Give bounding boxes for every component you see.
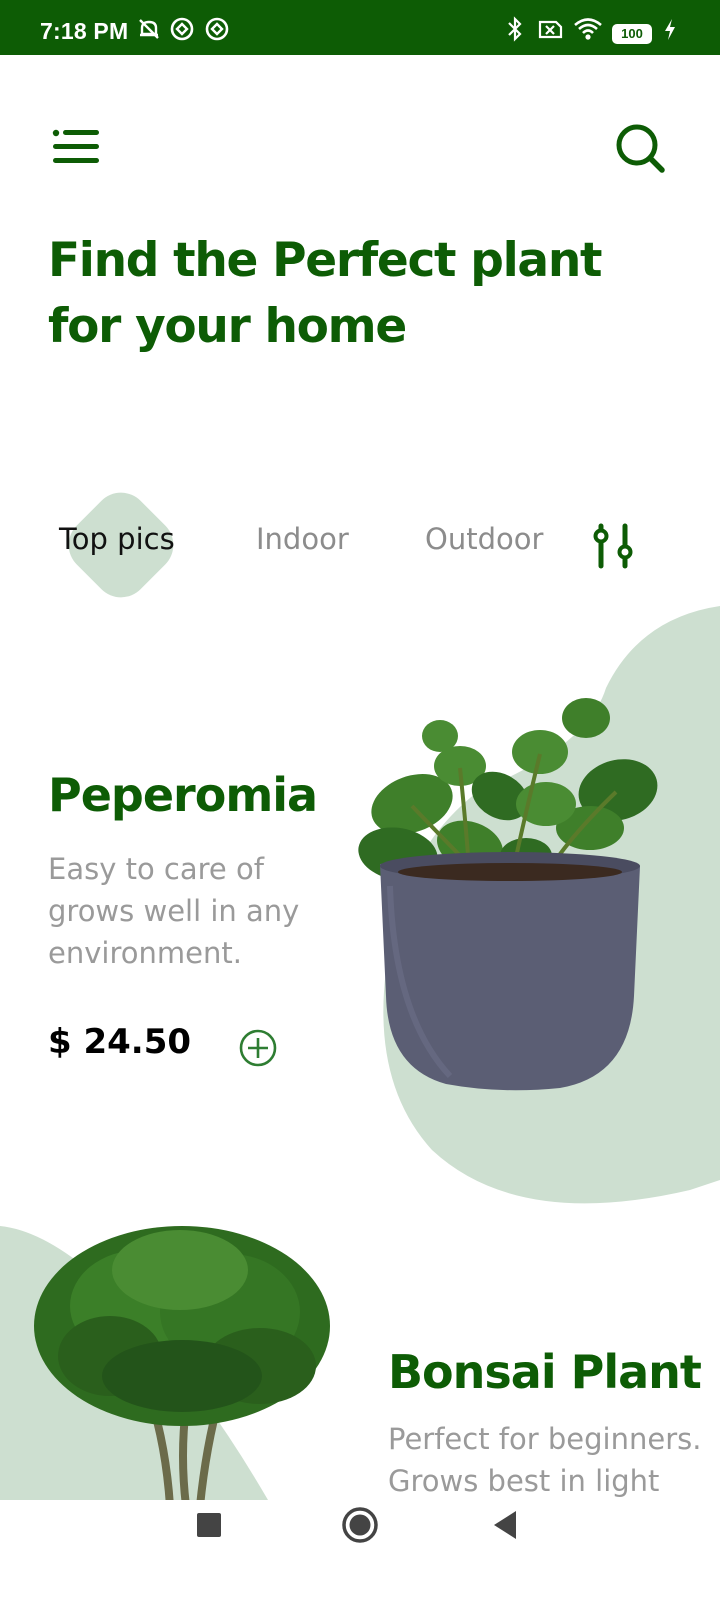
- plant-description: Perfect for beginners. Grows best in lig…: [388, 1418, 718, 1502]
- plant-price: $ 24.50: [48, 1022, 192, 1062]
- system-nav-bar: [0, 1500, 720, 1600]
- plant-description-line: Grows best in light: [388, 1464, 660, 1498]
- plant-name: Peperomia: [48, 768, 318, 822]
- plant-name: Bonsai Plant: [388, 1345, 702, 1399]
- add-circle-icon[interactable]: [238, 1028, 278, 1068]
- plant-description-line: Perfect for beginners.: [388, 1422, 702, 1456]
- bonsai-image: [34, 1226, 330, 1506]
- recents-icon[interactable]: [194, 1510, 224, 1540]
- home-icon[interactable]: [340, 1505, 380, 1545]
- peperomia-image: [358, 698, 658, 1091]
- back-icon[interactable]: [490, 1508, 520, 1542]
- plant-description: Easy to care of grows well in any enviro…: [48, 852, 300, 970]
